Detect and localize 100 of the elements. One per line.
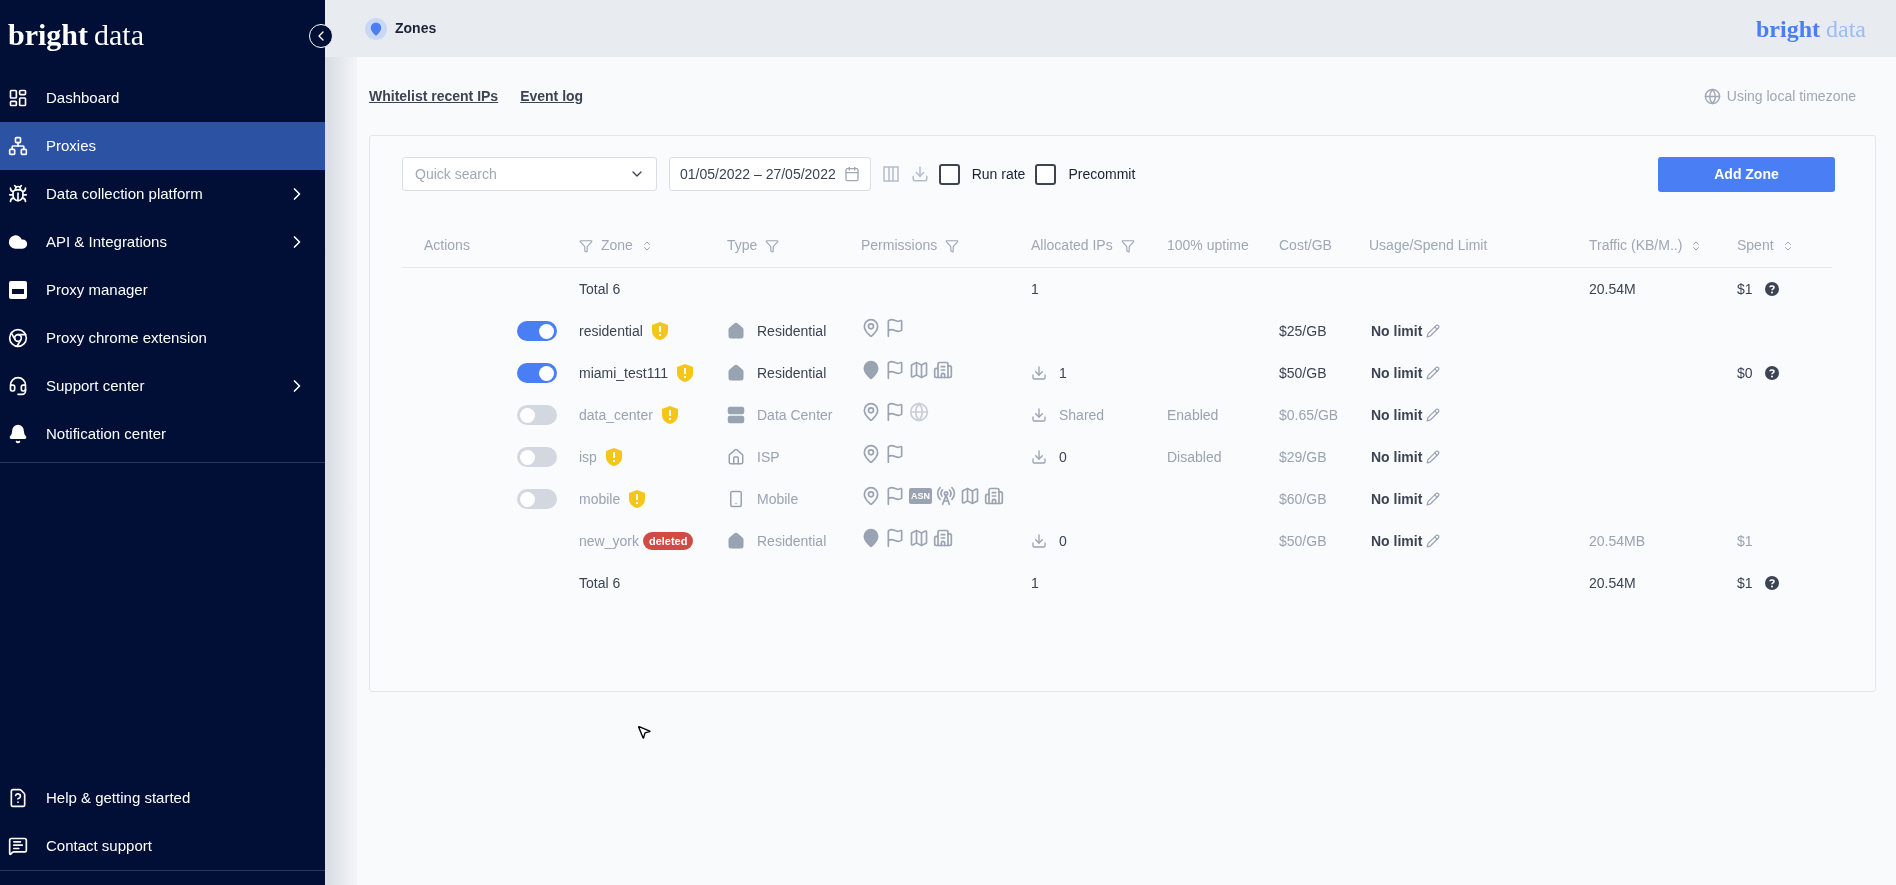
total-label: Total 6 — [579, 573, 621, 593]
calendar-icon — [843, 166, 860, 182]
sidebar-item[interactable]: Proxy manager — [0, 266, 325, 314]
limit-value: No limit — [1371, 321, 1423, 341]
page-title: Zones — [395, 19, 438, 38]
sidebar-item[interactable]: Support center — [0, 362, 325, 410]
flag-icon — [885, 402, 905, 422]
asn-badge: ASN — [909, 488, 932, 504]
cost-per-gb: $29/GB — [1279, 448, 1327, 465]
sidebar-item[interactable]: Proxies — [0, 122, 325, 170]
text-link[interactable]: Whitelist recent IPs — [369, 85, 499, 107]
download-icon[interactable] — [910, 165, 929, 183]
sidebar-item[interactable]: Data collection platform — [0, 170, 325, 218]
flag-icon — [885, 528, 905, 548]
sidebar-item[interactable]: Contact support — [0, 822, 325, 870]
text-link[interactable]: Event log — [520, 85, 584, 107]
toggle-switch[interactable] — [517, 405, 557, 425]
zone-type: Residential — [757, 531, 827, 551]
sidebar-item[interactable]: Help & getting started — [0, 774, 325, 822]
uptime-status: Disabled — [1167, 448, 1222, 465]
allocated-ips: 0 — [1059, 531, 1067, 551]
sidebar-item[interactable]: Notification center — [0, 410, 325, 458]
limit-value: No limit — [1371, 447, 1423, 467]
help-icon — [1764, 282, 1779, 296]
limit-value: No limit — [1371, 489, 1423, 509]
checkbox[interactable] — [1035, 163, 1057, 185]
bell-icon — [8, 424, 28, 444]
search-field[interactable]: Quick search — [402, 157, 657, 191]
add-zone-button[interactable]: Add Zone — [1658, 156, 1835, 192]
sidebar-item[interactable]: Proxy chrome extension — [0, 314, 325, 362]
building-icon — [933, 528, 953, 548]
spent-value: $1 — [1737, 531, 1753, 551]
filter-icon[interactable] — [945, 238, 960, 253]
map-icon — [909, 528, 929, 548]
allocated-ips: 1 — [1031, 279, 1039, 299]
pin-icon — [861, 318, 881, 338]
checkbox-label: Precommit — [1068, 164, 1136, 184]
edit-icon[interactable] — [1426, 366, 1441, 380]
zone-name: isp — [579, 447, 597, 467]
filter-icon[interactable] — [1120, 238, 1135, 253]
toggle-switch[interactable] — [517, 363, 557, 383]
traffic-value: 20.54M — [1589, 573, 1636, 593]
dashboard-icon — [8, 88, 28, 108]
pin-icon — [369, 21, 383, 36]
download-icon[interactable] — [1031, 533, 1047, 549]
toggle-switch[interactable] — [517, 321, 557, 341]
download-icon[interactable] — [1031, 407, 1047, 423]
edit-icon[interactable] — [1426, 492, 1441, 506]
edit-icon[interactable] — [1426, 534, 1441, 548]
flag-icon — [885, 360, 905, 380]
pin-icon — [861, 360, 881, 380]
sidebar-item[interactable]: API & Integrations — [0, 218, 325, 266]
zone-type: Data Center — [757, 405, 833, 425]
filter-icon[interactable] — [765, 238, 780, 253]
house-icon — [727, 532, 745, 550]
allocated-ips: 1 — [1031, 573, 1039, 593]
toggle-switch[interactable] — [517, 489, 557, 509]
checkbox[interactable] — [938, 163, 960, 185]
cost-per-gb: $50/GB — [1279, 532, 1327, 549]
cost-per-gb: $0.65/GB — [1279, 406, 1339, 423]
download-icon[interactable] — [1031, 449, 1047, 465]
columns-icon[interactable] — [882, 166, 899, 182]
traffic-value: 20.54MB — [1589, 532, 1646, 549]
server-icon — [727, 406, 745, 424]
sidebar-item[interactable]: Dashboard — [0, 74, 325, 122]
filter-icon[interactable] — [579, 238, 593, 253]
zone-name: mobile — [579, 489, 621, 509]
pin-icon — [861, 528, 881, 548]
zone-name: data_center — [579, 405, 653, 425]
cost-per-gb: $25/GB — [1279, 322, 1327, 339]
toggle-switch[interactable] — [517, 447, 557, 467]
help-icon — [8, 788, 28, 808]
edit-icon[interactable] — [1426, 450, 1441, 464]
cursor-icon — [636, 724, 652, 740]
zone-name: residential — [579, 321, 643, 341]
help-icon — [1764, 576, 1779, 590]
brand-logo: bright data — [8, 17, 144, 53]
pin-icon — [861, 444, 881, 464]
edit-icon[interactable] — [1426, 408, 1441, 422]
house-icon — [727, 322, 745, 340]
antenna-icon — [936, 486, 956, 506]
date-range-field[interactable]: 01/05/2022 – 27/05/2022 — [669, 157, 871, 191]
cloud-icon — [8, 232, 28, 252]
timezone-label: Using local timezone — [1726, 86, 1856, 106]
browser-icon — [8, 328, 28, 348]
map-icon — [960, 486, 980, 506]
uptime-status: Enabled — [1167, 406, 1219, 423]
download-icon[interactable] — [1031, 365, 1047, 381]
network-icon — [8, 136, 28, 156]
limit-value: No limit — [1371, 405, 1423, 425]
allocated-ips: 0 — [1059, 447, 1067, 467]
allocated-ips: 1 — [1059, 363, 1067, 383]
building-icon — [984, 486, 1004, 506]
cost-per-gb: $60/GB — [1279, 490, 1327, 507]
spent-value: $1 — [1737, 573, 1753, 593]
flag-icon — [885, 444, 905, 464]
globe-icon — [909, 402, 929, 422]
collapse-button[interactable] — [309, 24, 333, 48]
edit-icon[interactable] — [1426, 324, 1441, 338]
checkbox-label: Run rate — [971, 164, 1026, 184]
